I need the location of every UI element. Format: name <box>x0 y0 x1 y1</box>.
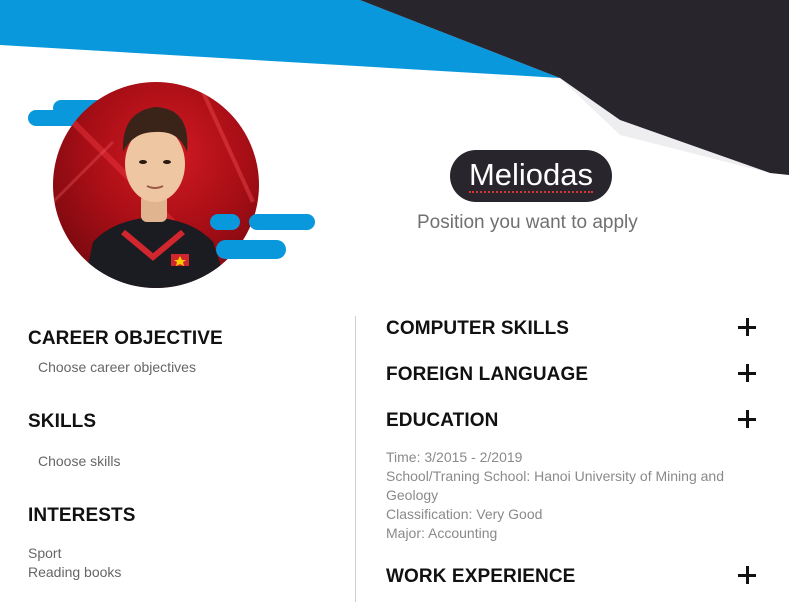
accent-pill <box>210 214 240 230</box>
accent-pill <box>249 214 315 230</box>
interest-item[interactable]: Reading books <box>28 563 121 582</box>
skills-heading: SKILLS <box>28 411 97 432</box>
education-line: School/Traning School: Hanoi University … <box>386 468 724 503</box>
education-line: Classification: Very Good <box>386 506 543 522</box>
position-field[interactable]: Position you want to apply <box>417 212 638 234</box>
education-heading: EDUCATION <box>386 410 499 431</box>
plus-icon[interactable] <box>738 566 756 584</box>
career-objective-heading: CAREER OBJECTIVE <box>28 328 223 349</box>
foreign-language-heading: FOREIGN LANGUAGE <box>386 364 589 385</box>
accent-pill <box>216 240 286 259</box>
column-divider <box>355 316 356 602</box>
plus-icon[interactable] <box>738 410 756 428</box>
name-text: Meliodas <box>468 156 594 194</box>
education-line: Time: 3/2015 - 2/2019 <box>386 449 523 465</box>
plus-icon[interactable] <box>738 318 756 336</box>
education-line: Major: Accounting <box>386 525 498 541</box>
career-objective-text[interactable]: Choose career objectives <box>38 358 196 377</box>
work-experience-heading: WORK EXPERIENCE <box>386 566 576 587</box>
interest-item[interactable]: Sport <box>28 544 61 563</box>
interests-heading: INTERESTS <box>28 505 136 526</box>
skills-text[interactable]: Choose skills <box>38 452 120 471</box>
name-field[interactable]: Meliodas <box>450 150 612 202</box>
education-details[interactable]: Time: 3/2015 - 2/2019 School/Traning Sch… <box>386 448 736 543</box>
computer-skills-heading: COMPUTER SKILLS <box>386 318 570 339</box>
plus-icon[interactable] <box>738 364 756 382</box>
